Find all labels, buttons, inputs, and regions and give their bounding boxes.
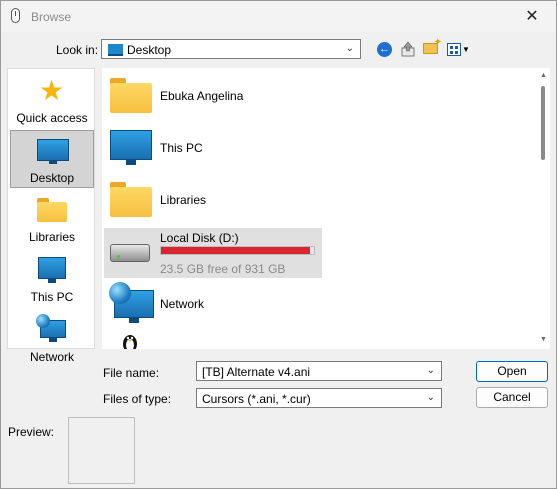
disk-usage-bar <box>160 246 315 255</box>
file-name: Network <box>160 297 205 311</box>
mouse-cursor-app-icon <box>11 8 20 23</box>
view-dropdown-arrow-icon[interactable]: ▼ <box>462 45 470 54</box>
back-arrow-icon[interactable]: ← <box>377 42 392 57</box>
place-label: Desktop <box>29 171 75 185</box>
file-name-value: [TB] Alternate v4.ani <box>202 365 311 379</box>
file-name: Local Disk (D:) <box>160 231 239 245</box>
place-this-pc[interactable]: This PC <box>10 250 94 308</box>
chevron-down-icon: ⌄ <box>426 392 435 403</box>
file-name: Libraries <box>160 193 207 207</box>
drive-icon <box>110 244 150 262</box>
view-menu-icon[interactable] <box>447 43 461 56</box>
place-quick-access[interactable]: ★ Quick access <box>10 71 94 129</box>
place-label: This PC <box>30 290 74 304</box>
scroll-thumb[interactable] <box>541 86 545 160</box>
cancel-button[interactable]: Cancel <box>476 387 548 408</box>
title-bar: Browse ✕ <box>1 1 556 32</box>
chevron-down-icon[interactable]: ⌄ <box>427 365 435 376</box>
place-libraries[interactable]: Libraries <box>10 190 94 248</box>
place-label: Libraries <box>28 230 76 244</box>
place-desktop[interactable]: Desktop <box>10 130 94 188</box>
browse-dialog: Browse ✕ Look in: Desktop ⌄ ← ✦ ▼ ★ Quic… <box>0 0 557 489</box>
place-label: Quick access <box>16 111 88 125</box>
file-list: Ebuka Angelina This PC Libraries Local D… <box>102 68 537 349</box>
new-folder-icon[interactable]: ✦ <box>423 37 442 54</box>
places-bar: ★ Quick access Desktop Libraries This PC <box>7 68 95 364</box>
file-type-dropdown[interactable]: Cursors (*.ani, *.cur) ⌄ <box>196 388 442 408</box>
list-item[interactable]: Ebuka Angelina <box>104 72 322 122</box>
list-item[interactable]: Network <box>104 280 322 330</box>
place-network[interactable]: Network <box>10 310 94 368</box>
look-in-label: Look in: <box>56 43 99 57</box>
close-button[interactable]: ✕ <box>517 5 547 27</box>
list-item[interactable]: Libraries <box>104 176 322 226</box>
file-type-label: Files of type: <box>103 392 172 406</box>
file-name: This PC <box>160 141 203 155</box>
place-label: Network <box>29 350 74 364</box>
look-in-value: Desktop <box>127 43 172 57</box>
file-name-label: File name: <box>103 366 160 380</box>
star-icon: ★ <box>39 75 65 106</box>
file-list-scrollbar[interactable]: ▲ ▼ <box>537 68 550 349</box>
open-button[interactable]: Open <box>476 361 548 382</box>
list-item[interactable]: Local Disk (D:) 23.5 GB free of 931 GB <box>104 228 322 278</box>
linux-penguin-icon <box>123 335 137 349</box>
list-item[interactable]: This PC <box>104 124 322 174</box>
scroll-up-icon[interactable]: ▲ <box>540 72 547 79</box>
file-name: Ebuka Angelina <box>160 89 244 103</box>
up-folder-icon[interactable] <box>400 41 416 57</box>
look-in-dropdown[interactable]: Desktop ⌄ <box>101 39 361 59</box>
desktop-icon <box>108 44 123 56</box>
file-type-value: Cursors (*.ani, *.cur) <box>202 392 311 406</box>
window-title: Browse <box>31 10 72 24</box>
preview-label: Preview: <box>8 425 55 439</box>
disk-free-text: 23.5 GB free of 931 GB <box>160 262 286 276</box>
preview-pane <box>68 417 135 484</box>
scroll-down-icon[interactable]: ▼ <box>540 336 547 343</box>
file-name-field[interactable]: [TB] Alternate v4.ani ⌄ <box>196 361 442 381</box>
chevron-down-icon: ⌄ <box>345 43 354 54</box>
